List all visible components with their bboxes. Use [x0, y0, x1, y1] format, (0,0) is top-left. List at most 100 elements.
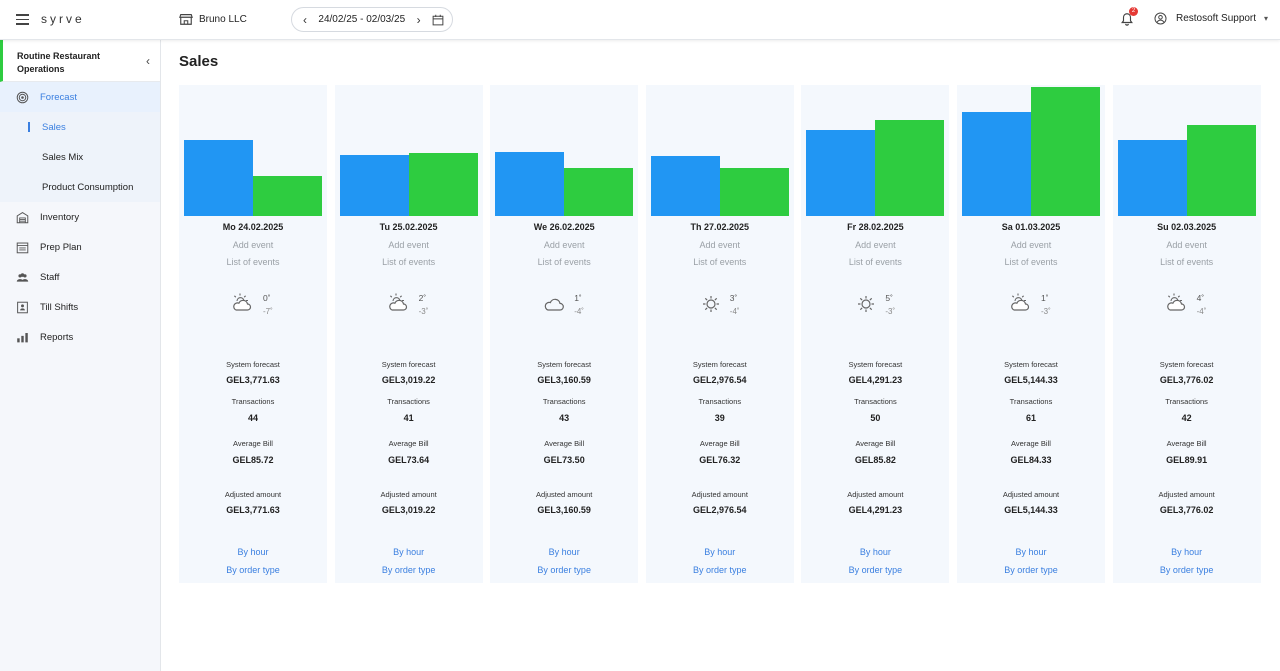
adjusted-amount-value: GEL3,771.63	[226, 505, 280, 515]
transactions-value: 39	[714, 413, 725, 423]
system-forecast-value: GEL2,976.54	[693, 375, 747, 385]
weather: 1˚ -4˚	[490, 291, 638, 321]
date-range-text[interactable]: 24/02/25 - 02/03/25	[318, 14, 405, 25]
list-of-events-link[interactable]: List of events	[957, 257, 1105, 267]
list-of-events-link[interactable]: List of events	[646, 257, 794, 267]
day-card: Fr 28.02.2025 Add event List of events 5…	[801, 85, 950, 583]
by-hour-link[interactable]: By hour	[335, 547, 483, 557]
transactions-value: 42	[1181, 413, 1192, 423]
adjusted-amount-label: Adjusted amount	[1158, 490, 1215, 499]
sidebar-subitem-label: Sales Mix	[42, 151, 84, 163]
organization-selector[interactable]: Bruno LLC	[179, 12, 247, 26]
by-hour-link[interactable]: By hour	[957, 547, 1105, 557]
by-order-type-link[interactable]: By order type	[335, 565, 483, 575]
by-hour-link[interactable]: By hour	[646, 547, 794, 557]
add-event-link[interactable]: Add event	[335, 240, 483, 250]
warehouse-icon	[16, 211, 29, 223]
by-hour-link[interactable]: By hour	[490, 547, 638, 557]
day-date: We 26.02.2025	[533, 222, 595, 232]
collapse-sidebar-button[interactable]: ‹	[146, 54, 150, 68]
add-event-link[interactable]: Add event	[1113, 240, 1261, 250]
calendar-icon[interactable]	[432, 14, 444, 26]
sidebar-item-label: Till Shifts	[40, 301, 79, 313]
list-of-events-link[interactable]: List of events	[1113, 257, 1261, 267]
sun-icon	[702, 296, 719, 312]
average-bill-label: Average Bill	[855, 439, 896, 448]
day-card: Mo 24.02.2025 Add event List of events 0…	[179, 85, 327, 583]
sidebar-item-inventory[interactable]: Inventory	[0, 202, 160, 232]
by-hour-link[interactable]: By hour	[179, 547, 327, 557]
top-bar: syrve Bruno LLC ‹ 24/02/25 - 02/03/25 › …	[0, 0, 1280, 40]
average-bill-label: Average Bill	[699, 439, 740, 448]
weather: 5˚ -3˚	[801, 291, 949, 321]
by-order-type-link[interactable]: By order type	[646, 565, 794, 575]
sidebar-item-staff[interactable]: Staff	[0, 262, 160, 292]
notifications-button[interactable]: 2	[1120, 7, 1138, 26]
system-forecast-bar	[806, 129, 876, 216]
add-event-link[interactable]: Add event	[957, 240, 1105, 250]
by-order-type-link[interactable]: By order type	[957, 565, 1105, 575]
by-order-type-link[interactable]: By order type	[179, 565, 327, 575]
sun-icon	[858, 296, 875, 312]
adjusted-amount-value: GEL2,976.54	[693, 505, 747, 515]
sidebar-item-till-shifts[interactable]: Till Shifts	[0, 292, 160, 322]
day-date: Th 27.02.2025	[690, 222, 750, 232]
sidebar-item-reports[interactable]: Reports	[0, 322, 160, 352]
average-bill-value: GEL84.33	[1010, 455, 1052, 465]
day-date: Mo 24.02.2025	[222, 222, 284, 232]
system-forecast-value: GEL3,776.02	[1159, 375, 1214, 385]
add-event-link[interactable]: Add event	[646, 240, 794, 250]
by-order-type-link[interactable]: By order type	[1113, 565, 1261, 575]
by-order-type-link[interactable]: By order type	[801, 565, 949, 575]
add-event-link[interactable]: Add event	[179, 240, 327, 250]
sidebar-item-forecast[interactable]: Forecast	[0, 82, 160, 112]
sidebar-item-label: Staff	[40, 271, 60, 283]
day-date: Tu 25.02.2025	[379, 222, 438, 232]
cash-register-icon	[17, 301, 28, 313]
weather: 4˚ -4˚	[1113, 291, 1261, 321]
list-of-events-link[interactable]: List of events	[490, 257, 638, 267]
list-of-events-link[interactable]: List of events	[801, 257, 949, 267]
logo: syrve	[41, 12, 85, 26]
average-bill-value: GEL73.50	[543, 455, 585, 465]
prev-period-button[interactable]: ‹	[300, 13, 310, 27]
add-event-link[interactable]: Add event	[801, 240, 949, 250]
temp-high: 5˚	[885, 293, 893, 303]
by-hour-link[interactable]: By hour	[801, 547, 949, 557]
sidebar-item-prep-plan[interactable]: Prep Plan	[0, 232, 160, 262]
adjusted-amount-bar	[564, 167, 634, 216]
menu-icon[interactable]	[16, 14, 29, 25]
list-of-events-link[interactable]: List of events	[335, 257, 483, 267]
by-order-type-link[interactable]: By order type	[490, 565, 638, 575]
average-bill-value: GEL76.32	[699, 455, 741, 465]
section-header[interactable]: Routine Restaurant Operations ‹	[0, 40, 160, 82]
partly-cloudy-icon	[1011, 293, 1030, 311]
system-forecast-value: GEL3,160.59	[537, 375, 591, 385]
sidebar-subitem-sales[interactable]: Sales	[0, 112, 160, 142]
add-event-link[interactable]: Add event	[490, 240, 638, 250]
list-of-events-link[interactable]: List of events	[179, 257, 327, 267]
sidebar-subitem-sales-mix[interactable]: Sales Mix	[0, 142, 160, 172]
cloud-icon	[544, 298, 565, 311]
temp-low: -3˚	[885, 307, 896, 316]
temp-low: -3˚	[418, 307, 429, 316]
system-forecast-label: System forecast	[1004, 360, 1058, 369]
temp-low: -4˚	[729, 307, 740, 316]
store-icon	[179, 14, 193, 25]
day-bar-chart	[962, 85, 1100, 216]
user-icon	[1154, 12, 1167, 25]
day-bar-chart	[1117, 85, 1256, 216]
transactions-label: Transactions	[231, 397, 275, 406]
temp-low: -7˚	[263, 307, 273, 316]
sidebar-subitem-product-consumption[interactable]: Product Consumption	[0, 172, 160, 202]
sidebar-item-label: Reports	[40, 331, 74, 343]
adjusted-amount-value: GEL3,160.59	[537, 505, 591, 515]
user-menu[interactable]: Restosoft Support ▾	[1154, 12, 1268, 25]
day-bar-chart	[806, 85, 945, 216]
temp-low: -4˚	[1196, 307, 1207, 316]
next-period-button[interactable]: ›	[414, 13, 424, 27]
average-bill-value: GEL73.64	[388, 455, 430, 465]
by-hour-link[interactable]: By hour	[1113, 547, 1261, 557]
system-forecast-value: GEL5,144.33	[1004, 375, 1058, 385]
temp-low: -4˚	[574, 307, 584, 316]
